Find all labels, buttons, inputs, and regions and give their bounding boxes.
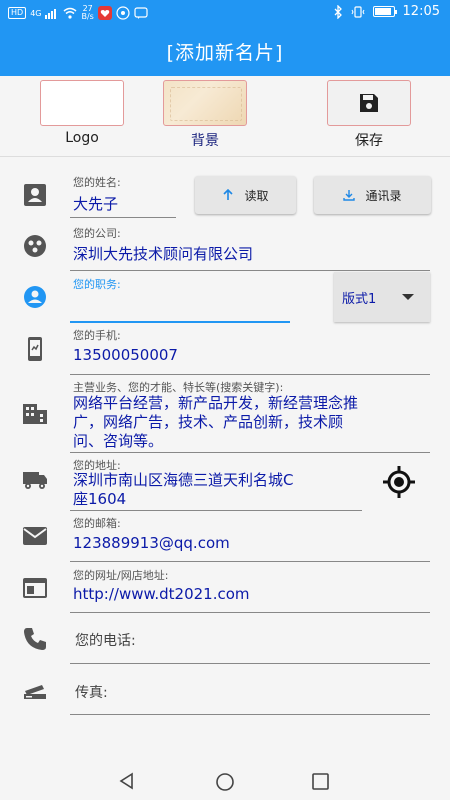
read-button-label: 读取 bbox=[244, 188, 269, 203]
business-line: 网络平台经营，新产品开发，新经营理念推 bbox=[73, 394, 359, 412]
download-icon bbox=[343, 190, 356, 201]
website-underline bbox=[70, 612, 430, 613]
message-notification-icon bbox=[134, 7, 148, 19]
truck-icon bbox=[23, 472, 47, 489]
position-underline-focused bbox=[70, 321, 290, 323]
back-icon[interactable] bbox=[118, 772, 136, 790]
mobile-label: 您的手机: bbox=[73, 329, 121, 342]
name-label: 您的姓名: bbox=[73, 176, 121, 189]
name-input[interactable]: 大先子 bbox=[73, 193, 118, 214]
contact-card-icon bbox=[24, 184, 46, 206]
address-line: 深圳市南山区海德三道天利名城C bbox=[73, 471, 294, 489]
net-speed: 27 B/s bbox=[81, 4, 94, 21]
mobile-underline bbox=[70, 374, 430, 375]
chevron-down-icon bbox=[402, 294, 414, 300]
telephone-input[interactable]: 您的电话: bbox=[75, 630, 136, 650]
background-picker[interactable] bbox=[163, 80, 247, 126]
website-label: 您的网址/网店地址: bbox=[73, 569, 169, 582]
battery-icon bbox=[372, 6, 397, 17]
position-input[interactable] bbox=[73, 294, 288, 316]
save-icon bbox=[360, 94, 378, 112]
mobile-input[interactable]: 13500050007 bbox=[73, 346, 178, 364]
business-underline bbox=[70, 452, 430, 453]
telephone-underline bbox=[70, 663, 430, 664]
business-line: 问、咨询等。 bbox=[73, 432, 164, 450]
home-icon[interactable] bbox=[215, 772, 235, 792]
page-title: [添加新名片] bbox=[166, 41, 284, 64]
email-input[interactable]: 123889913@qq.com bbox=[73, 534, 230, 552]
mobile-phone-icon bbox=[28, 337, 42, 361]
email-underline bbox=[70, 561, 430, 562]
hd-indicator: HD bbox=[8, 7, 27, 19]
business-line: 广，网络广告，技术、产品创新，技术顾 bbox=[73, 413, 344, 431]
contacts-button-label: 通讯录 bbox=[365, 188, 402, 203]
clock: 12:05 bbox=[402, 4, 440, 19]
business-label: 主营业务、您的才能、特长等(搜索关键字): bbox=[73, 381, 284, 394]
contacts-button[interactable]: 通讯录 bbox=[314, 176, 431, 214]
person-icon bbox=[24, 286, 46, 308]
address-input[interactable]: 深圳市南山区海德三道天利名城C 座1604 bbox=[73, 471, 293, 509]
vibrate-icon bbox=[351, 5, 364, 18]
fax-underline bbox=[70, 714, 430, 715]
email-label: 您的邮箱: bbox=[73, 517, 121, 530]
status-bar: HD 4G 27 B/s 12:05 bbox=[0, 0, 450, 26]
logo-picker[interactable] bbox=[40, 80, 124, 126]
gallery-notification-icon bbox=[116, 6, 130, 20]
name-underline bbox=[70, 217, 176, 218]
business-building-icon bbox=[23, 404, 47, 424]
position-label: 您的职务: bbox=[73, 278, 121, 291]
recent-apps-icon[interactable] bbox=[312, 773, 329, 790]
bluetooth-icon bbox=[334, 4, 342, 19]
wifi-icon bbox=[64, 7, 77, 19]
style-select[interactable]: 版式1 bbox=[334, 272, 430, 322]
address-underline bbox=[70, 510, 362, 511]
address-line: 座1604 bbox=[73, 490, 127, 508]
email-icon bbox=[23, 527, 47, 545]
company-input[interactable]: 深圳大先技术顾问有限公司 bbox=[73, 243, 253, 264]
background-label: 背景 bbox=[191, 133, 219, 149]
save-button[interactable] bbox=[327, 80, 411, 126]
app-notification-icon bbox=[97, 6, 112, 20]
logo-label: Logo bbox=[65, 130, 99, 146]
fax-icon bbox=[24, 685, 46, 699]
app-bar: [添加新名片] bbox=[0, 26, 450, 76]
read-button[interactable]: 读取 bbox=[195, 176, 296, 214]
company-icon bbox=[24, 235, 46, 257]
business-input[interactable]: 网络平台经营，新产品开发，新经营理念推 广，网络广告，技术、产品创新，技术顾 问… bbox=[73, 394, 358, 451]
website-input[interactable]: http://www.dt2021.com bbox=[73, 585, 250, 603]
web-browser-icon bbox=[23, 578, 47, 598]
company-underline bbox=[70, 270, 430, 271]
system-nav-bar bbox=[0, 762, 450, 800]
telephone-icon bbox=[24, 628, 46, 650]
header-divider bbox=[0, 156, 450, 157]
save-label: 保存 bbox=[355, 133, 383, 149]
company-label: 您的公司: bbox=[73, 227, 121, 240]
locate-icon[interactable] bbox=[382, 465, 416, 499]
signal-icon bbox=[45, 9, 57, 19]
style-select-value: 版式1 bbox=[342, 291, 377, 307]
network-indicator: 4G bbox=[30, 8, 42, 18]
upload-icon bbox=[223, 189, 234, 200]
fax-input[interactable]: 传真: bbox=[75, 682, 108, 702]
